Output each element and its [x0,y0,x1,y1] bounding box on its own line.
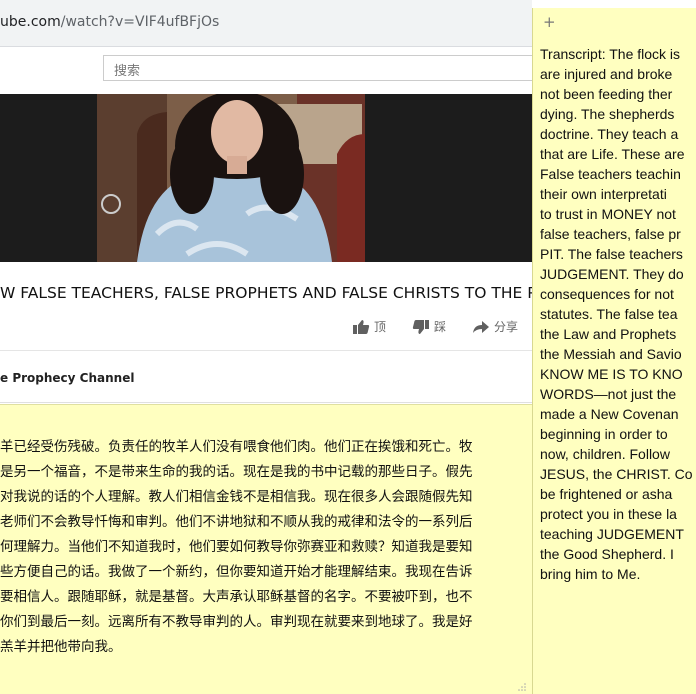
note-line: 老师们不会教导忏悔和审判。他们不讲地狱和不顺从我的戒律和法令的一系列后 [0,514,473,530]
url-text[interactable]: ube.com/watch?v=VIF4ufBFjOs [0,14,219,30]
note-line: are injured and broke [540,66,673,82]
note-line: JUDGEMENT. They do [540,266,684,282]
note-line: beginning in order to [540,426,668,442]
note-line: WORDS—not just the [540,386,677,402]
note-line: PIT. The false teachers [540,246,683,262]
thumbs-up-icon [353,319,370,334]
dislike-button[interactable]: 踩 [412,318,446,335]
resize-grip-icon[interactable] [518,683,526,691]
note-line: the Good Shepherd. I [540,546,674,562]
url-domain: ube.com [0,14,61,30]
sticky-note-chinese[interactable]: 羊已经受伤残破。负责任的牧羊人们没有喂食他们肉。他们正在挨饿和死亡。牧 是另一个福… [0,404,532,694]
note-line: 你们到最后一刻。远离所有不教导审判的人。审判现在就要来到地球了。我是好 [0,614,473,630]
note-line: statutes. The false tea [540,306,678,322]
note-line: to trust in MONEY not [540,206,676,222]
sticky-note-english[interactable]: + Transcript: The flock is are injured an… [532,8,696,694]
note-line: protect you in these la [540,506,677,522]
note-line: 羊已经受伤残破。负责任的牧羊人们没有喂食他们肉。他们正在挨饿和死亡。牧 [0,439,473,455]
note-line: be frightened or asha [540,486,673,502]
note-line: now, children. Follow [540,446,670,462]
search-input[interactable]: 搜索 [103,55,532,81]
browser-window: ube.com/watch?v=VIF4ufBFjOs 搜索 W FALSE T… [0,0,532,694]
share-label: 分享 [494,320,519,334]
share-arrow-icon [473,320,489,333]
note-chinese-text[interactable]: 羊已经受伤残破。负责任的牧羊人们没有喂食他们肉。他们正在挨饿和死亡。牧 是另一个福… [0,435,532,660]
thumbs-down-icon [412,319,429,334]
share-button[interactable]: 分享 [472,318,518,335]
note-line: teaching JUDGEMENT [540,526,684,542]
note-english-text[interactable]: Transcript: The flock is are injured and … [540,44,696,584]
note-line: the Law and Prophets [540,326,677,342]
divider [0,402,532,403]
address-bar[interactable]: ube.com/watch?v=VIF4ufBFjOs [0,0,532,47]
note-line: KNOW ME IS TO KNO [540,366,683,382]
search-placeholder: 搜索 [114,64,141,79]
note-line: bring him to Me. [540,566,641,582]
note-line: JESUS, the CHRIST. Co [540,466,693,482]
note-line: not been feeding ther [540,86,673,102]
dislike-label: 踩 [434,320,447,334]
note-line: doctrine. They teach a [540,126,679,142]
note-line: the Messiah and Savio [540,346,682,362]
note-line: 些方便自己的话。我做了一个新约，但你要知道开始才能理解结束。我现在告诉 [0,564,473,580]
video-frame[interactable] [97,94,365,262]
divider [0,350,532,351]
note-line: 何理解力。当他们不知道我时，他们要如何教导你弥赛亚和救赎？知道我是要知 [0,539,473,555]
note-line: Transcript: The flock is [540,46,681,62]
note-line: 对我说的话的个人理解。教人们相信金钱不是相信我。现在很多人会跟随假先知 [0,489,473,505]
note-line: their own interpretati [540,186,667,202]
note-line: 要相信人。跟随耶稣，就是基督。大声承认耶稣基督的名字。不要被吓到，也不 [0,589,473,605]
note-line: False teachers teachin [540,166,681,182]
note-line: dying. The shepherds [540,106,675,122]
note-line: false teachers, false pr [540,226,681,242]
like-label: 顶 [374,320,387,334]
note-line: 是另一个福音，不是带来生命的我的话。现在是我的书中记载的那些日子。假先 [0,464,473,480]
note-line: that are Life. These are [540,146,685,162]
like-button[interactable]: 顶 [352,318,386,335]
add-note-button[interactable]: + [543,13,556,31]
note-line: 羔羊并把他带向我。 [0,639,122,655]
url-path: /watch?v=VIF4ufBFjOs [60,14,220,30]
channel-name[interactable]: e Prophecy Channel [0,371,134,385]
note-line: made a New Covenan [540,406,679,422]
video-title: W FALSE TEACHERS, FALSE PROPHETS AND FAL… [0,284,532,302]
note-line: consequences for not [540,286,674,302]
video-thumbnail-image [97,94,365,262]
